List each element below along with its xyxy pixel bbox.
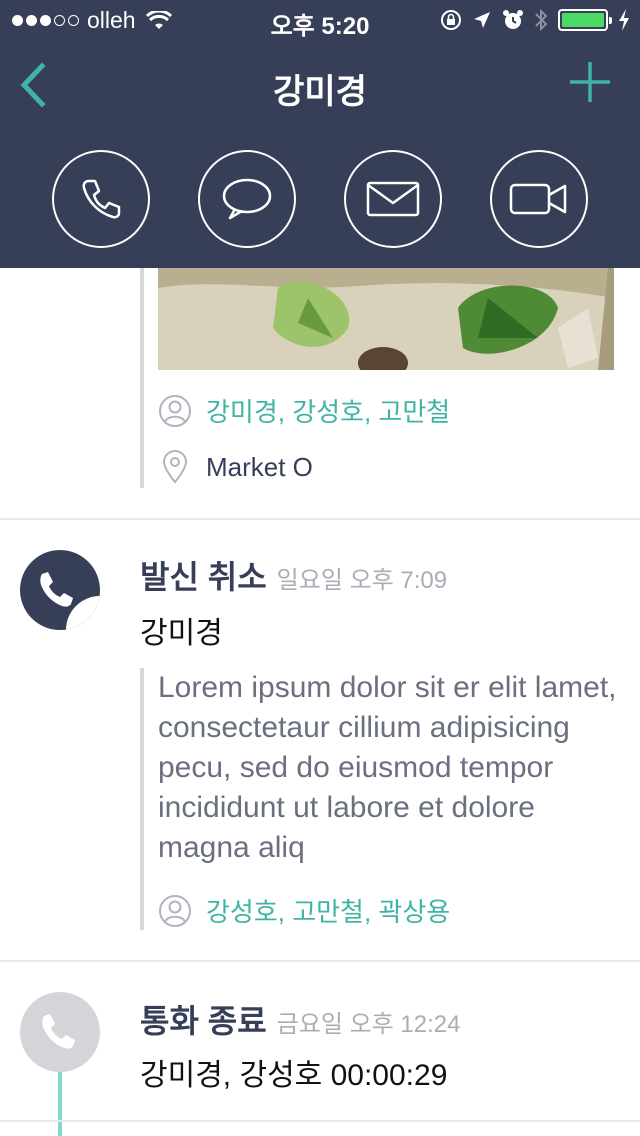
timeline: 강미경, 강성호, 고만철 Market O 발신 취소 일요일 오후 7:09… [0,268,640,1136]
call-timestamp: 금요일 오후 12:24 [276,1011,461,1038]
location-pin-icon [162,450,188,484]
quote-bar [140,668,144,930]
call-contact-names: 강미경, 강성호 00:00:29 [140,1059,448,1092]
status-bar: olleh 오후 5:20 [0,0,640,40]
entry-header: 통화 종료 금요일 오후 12:24 [140,996,460,1042]
battery-level [562,13,604,27]
location-name[interactable]: Market O [206,452,313,483]
add-button[interactable] [568,60,612,104]
envelope-icon [366,181,420,217]
person-icon [159,894,191,927]
attached-photo[interactable] [158,268,614,370]
participants-row: 강성호, 고만철, 곽상용 [158,892,450,929]
video-camera-icon [509,183,567,215]
location-row: Market O [158,450,313,484]
call-timestamp: 일요일 오후 7:09 [276,567,448,594]
outgoing-call-avatar[interactable] [20,550,100,630]
divider [0,1120,640,1122]
alarm-icon [503,10,523,29]
participants-list[interactable]: 강미경, 강성호, 고만철 [206,392,450,429]
phone-icon [82,179,121,219]
battery-icon [558,9,612,31]
quote-bar [140,268,144,488]
email-button[interactable] [344,150,442,248]
call-ended-avatar[interactable] [20,992,100,1072]
status-right [440,8,630,32]
message-button[interactable] [198,150,296,248]
divider [0,960,640,962]
contact-name-title: 강미경 [273,73,367,111]
chat-bubble-icon [222,178,272,220]
action-buttons [0,150,640,250]
timeline-connector [58,1068,62,1136]
bluetooth-icon [535,8,548,32]
charging-icon [619,9,629,31]
participants-list[interactable]: 강성호, 고만철, 곽상용 [206,892,450,929]
entry-header: 발신 취소 일요일 오후 7:09 [140,552,447,598]
call-memo[interactable]: Lorem ipsum dolor sit er elit lamet, con… [158,668,618,868]
call-button[interactable] [52,150,150,248]
header: olleh 오후 5:20 강미경 [0,0,640,268]
rotation-lock-icon [441,10,461,30]
phone-icon [42,1014,75,1049]
call-status-label: 통화 종료 [140,1003,267,1039]
video-call-button[interactable] [490,150,588,248]
person-icon [159,394,191,427]
divider [0,518,640,520]
location-arrow-icon [474,12,490,28]
participants-row: 강미경, 강성호, 고만철 [158,392,450,429]
call-status-label: 발신 취소 [140,559,267,595]
call-contact-names: 강미경 [140,617,223,650]
phone-outgoing-icon [40,572,100,630]
nav-bar: 강미경 [0,40,640,128]
